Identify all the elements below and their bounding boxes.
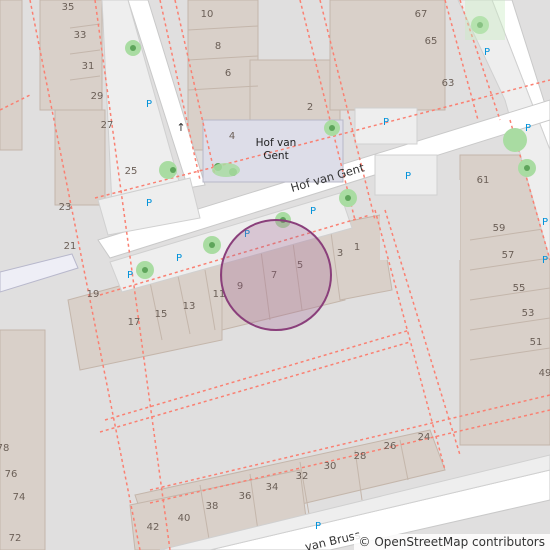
place-label: Gent (263, 150, 288, 162)
one-way-arrow-icon: ↑ (176, 121, 185, 134)
parking-icon: P (127, 270, 133, 281)
parking-icon: P (405, 171, 411, 182)
house-number: 61 (477, 175, 490, 186)
map-canvas[interactable]: ↑ P P P P P P P P P P P P P 35 33 31 29 … (0, 0, 550, 550)
house-number: 30 (324, 461, 337, 472)
house-number: 8 (215, 41, 221, 52)
house-number: 32 (296, 471, 309, 482)
parking-icon: P (484, 47, 490, 58)
house-number: 55 (513, 283, 526, 294)
house-number: 76 (5, 469, 18, 480)
house-number: 27 (101, 120, 114, 131)
house-number: 10 (201, 9, 214, 20)
house-number: 19 (87, 289, 100, 300)
house-number: 1 (354, 242, 360, 253)
house-number: 25 (125, 166, 138, 177)
house-number: 24 (418, 432, 431, 443)
house-number: 40 (178, 513, 191, 524)
house-number: 35 (62, 2, 75, 13)
parking-icon: P (310, 206, 316, 217)
house-number: 17 (128, 317, 141, 328)
house-number: 67 (415, 9, 428, 20)
parking-icon: P (315, 521, 321, 532)
parking-icon: P (383, 117, 389, 128)
house-number: 36 (239, 491, 252, 502)
house-number: 51 (530, 337, 543, 348)
house-number: 33 (74, 30, 87, 41)
house-number: 59 (493, 223, 506, 234)
house-number: 29 (91, 91, 104, 102)
house-number: 31 (82, 61, 95, 72)
parking-icon: P (146, 198, 152, 209)
house-number: 53 (522, 308, 535, 319)
house-number: 15 (155, 309, 168, 320)
attribution-text[interactable]: © OpenStreetMap contributors (353, 534, 550, 550)
house-number: 2 (307, 102, 313, 113)
house-number: 28 (354, 451, 367, 462)
house-number: 23 (59, 202, 72, 213)
house-number: 38 (206, 501, 219, 512)
house-number: 49 (539, 368, 550, 379)
house-number: 13 (183, 301, 196, 312)
house-number: 65 (425, 36, 438, 47)
house-number: 26 (384, 441, 397, 452)
location-highlight-circle[interactable] (220, 219, 332, 331)
parking-icon: P (542, 217, 548, 228)
parking-icon: P (525, 123, 531, 134)
house-number: 78 (0, 443, 9, 454)
house-number: 6 (225, 68, 231, 79)
house-number: 3 (337, 248, 343, 259)
house-number: 4 (229, 131, 235, 142)
parking-icon: P (176, 253, 182, 264)
house-number: 57 (502, 250, 515, 261)
house-number: 34 (266, 482, 279, 493)
parking-icon: P (146, 99, 152, 110)
parking-icon: P (542, 255, 548, 266)
house-number: 21 (64, 241, 77, 252)
house-number: 72 (9, 533, 22, 544)
house-number: 63 (442, 78, 455, 89)
house-number: 42 (147, 522, 160, 533)
place-label: Hof van (256, 137, 297, 149)
house-number: 74 (13, 492, 26, 503)
